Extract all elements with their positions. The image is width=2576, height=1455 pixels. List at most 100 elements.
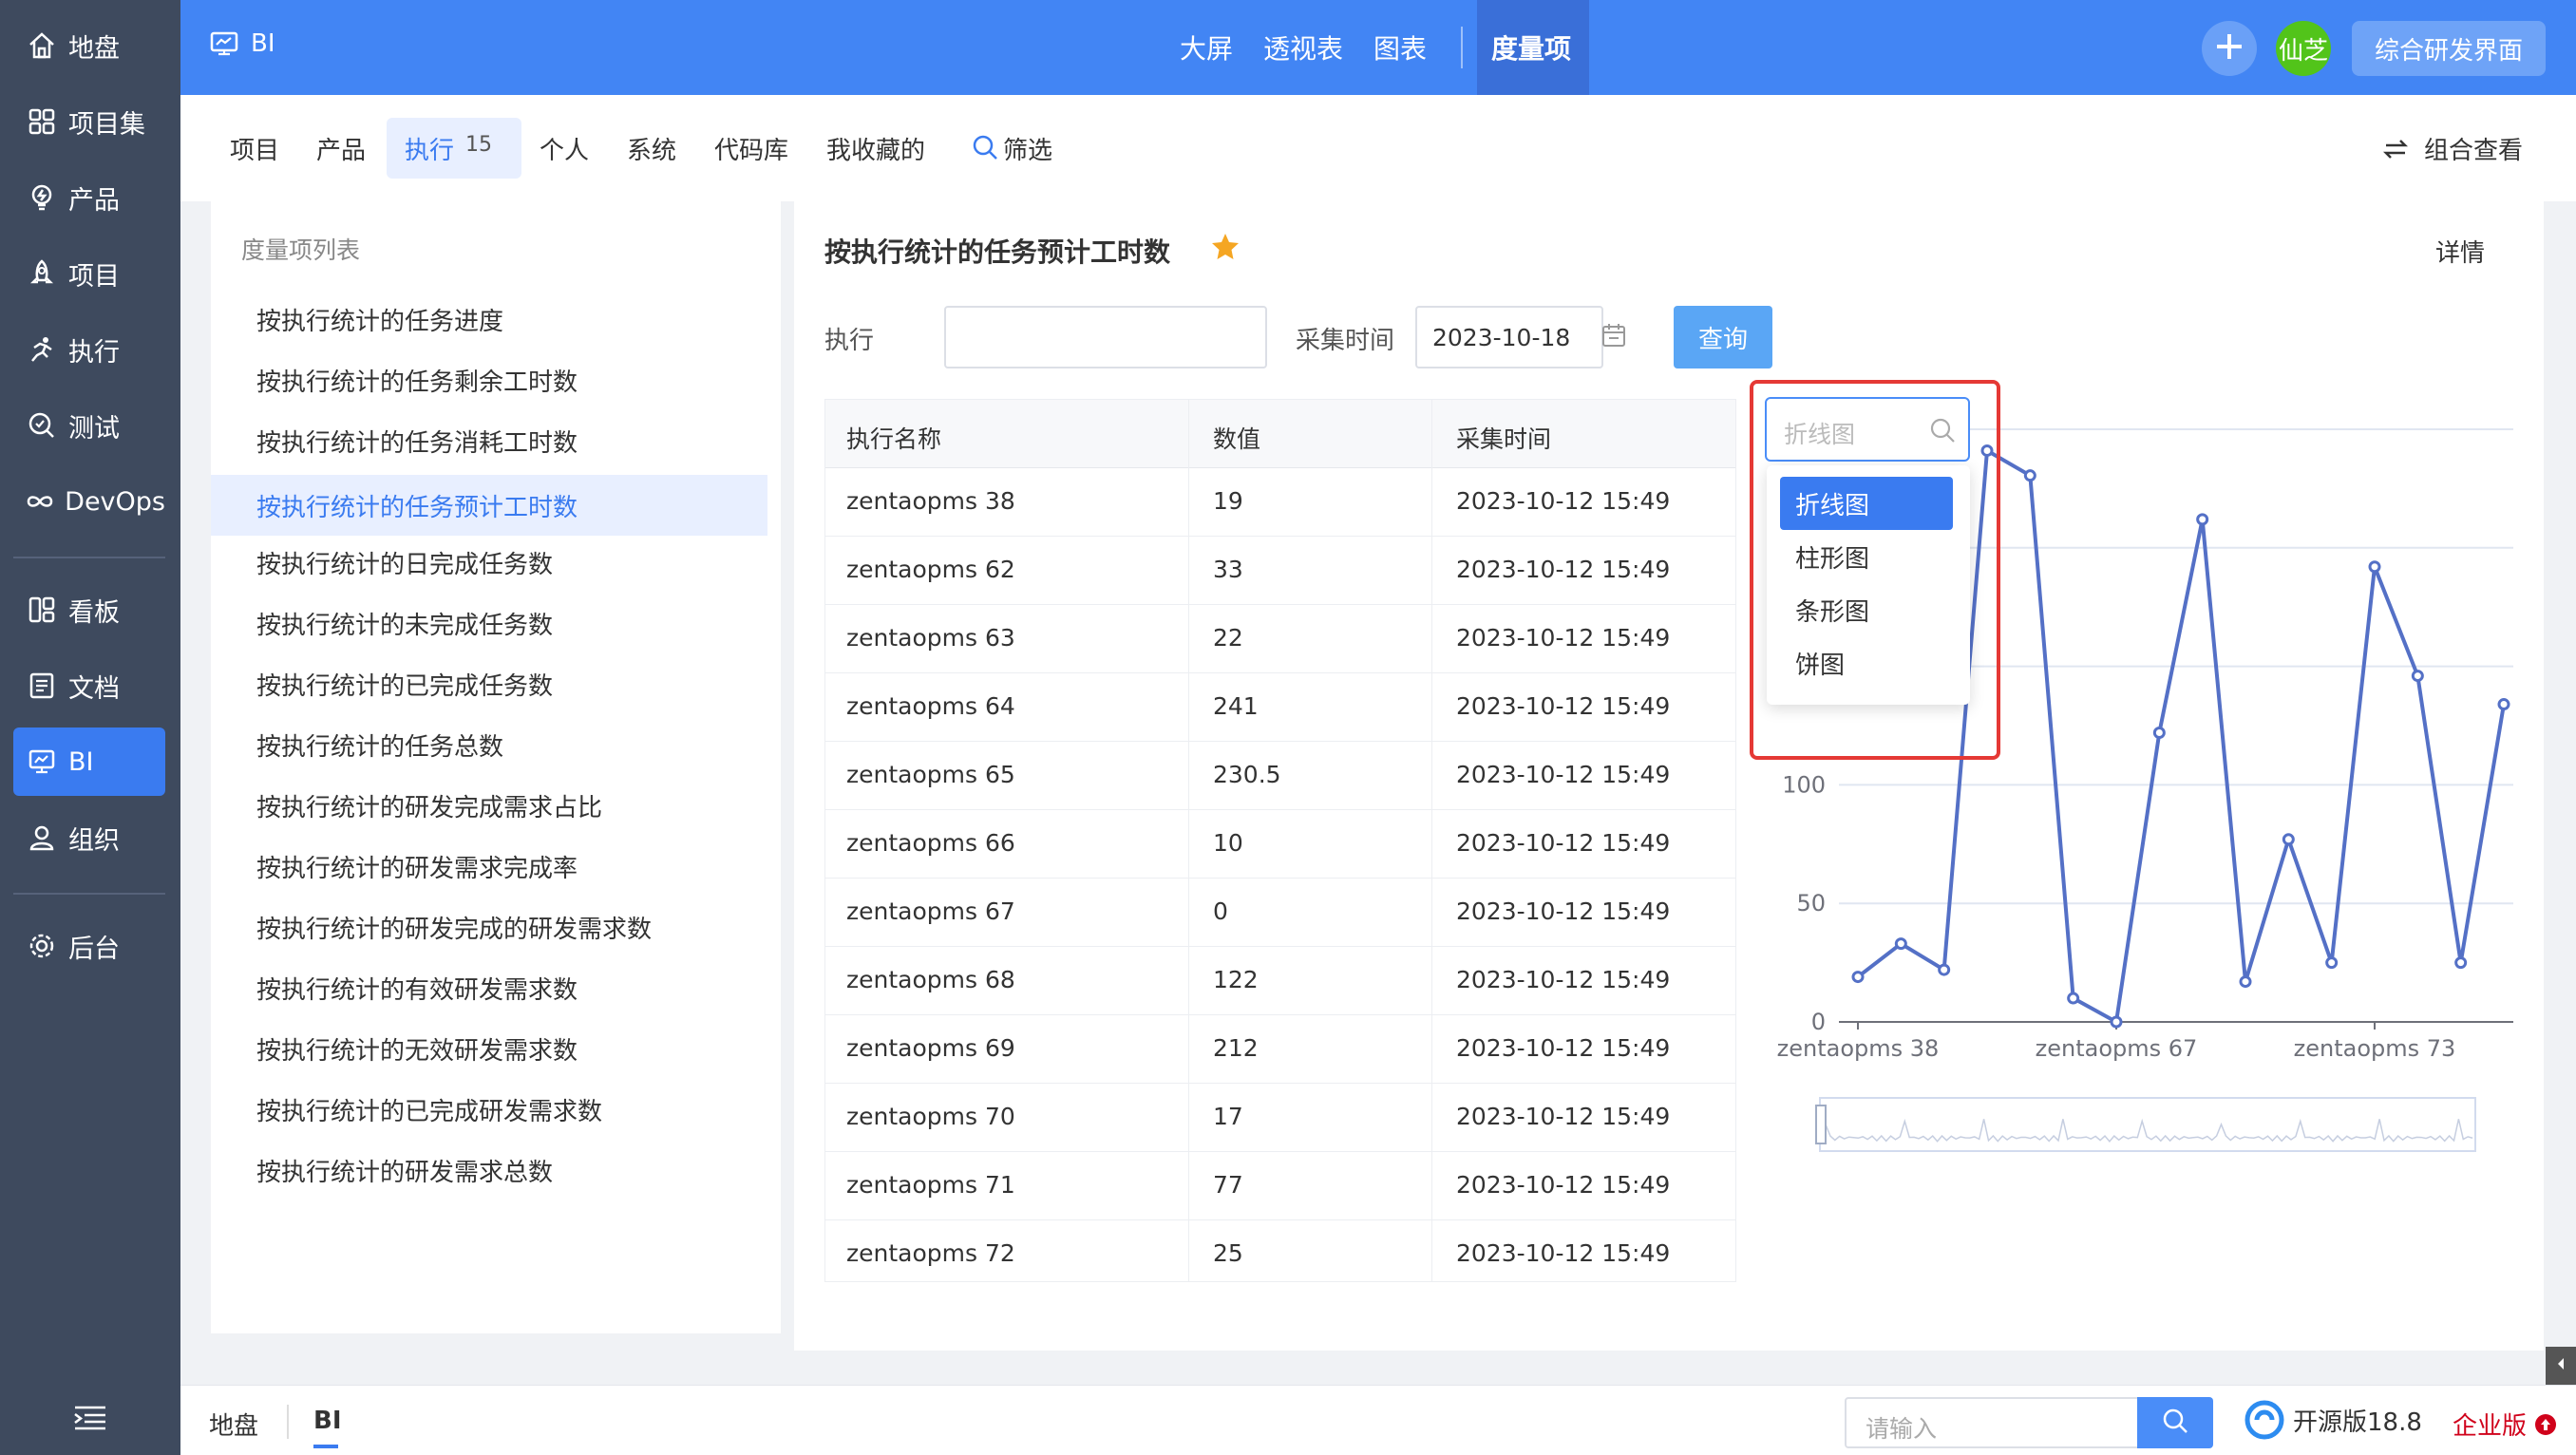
metric-list-item[interactable]: 按执行统计的有效研发需求数 (211, 957, 767, 1018)
sidebar-item-test[interactable]: 测试 (13, 391, 165, 460)
metric-list-item[interactable]: 按执行统计的研发完成的研发需求数 (211, 897, 767, 957)
grid-icon (23, 103, 61, 141)
metric-list-item[interactable]: 按执行统计的无效研发需求数 (211, 1018, 767, 1079)
metric-list-item[interactable]: 按执行统计的未完成任务数 (211, 593, 767, 653)
detail-link[interactable]: 详情 (2435, 234, 2485, 269)
table-header-value: 数值 (1213, 425, 1261, 453)
app-title: BI (209, 28, 275, 59)
chart-data-point (2368, 560, 2381, 574)
cell-time: 2023-10-12 15:49 (1456, 556, 1671, 583)
sub-nav: 项目 产品 执行 15 个人 系统 代码库 我收藏的 筛选 组合查看 (180, 95, 2576, 201)
sidebar-item-project[interactable]: 项目 (13, 239, 165, 308)
nav-dashboard[interactable]: 大屏 (1180, 28, 1233, 66)
chart-data-point (1851, 971, 1865, 984)
query-button[interactable]: 查询 (1674, 306, 1772, 368)
metric-list-item[interactable]: 按执行统计的任务消耗工时数 (211, 410, 767, 471)
avatar[interactable]: 仙芝 (2276, 21, 2331, 76)
cell-execution-name: zentaopms 64 (846, 692, 1015, 720)
sidebar-item-label: BI (68, 746, 94, 777)
sidebar-item-product[interactable]: 产品 (13, 163, 165, 232)
sidebar-divider (13, 557, 165, 558)
sidebar-item-label: 项目集 (68, 109, 145, 140)
cell-value: 33 (1213, 556, 1243, 583)
sidebar-item-kanban[interactable]: 看板 (13, 576, 165, 644)
version-info[interactable]: 开源版18.8 (2244, 1399, 2422, 1441)
sidebar-item-label: 项目 (68, 261, 120, 292)
subnav-filter[interactable]: 筛选 (1003, 131, 1052, 166)
chart-type-select[interactable]: 折线图 (1765, 397, 1970, 462)
global-search-input[interactable]: 请输入 (1845, 1397, 2139, 1448)
metric-list-item[interactable]: 按执行统计的日完成任务数 (211, 532, 767, 593)
metric-list-item[interactable]: 按执行统计的研发需求总数 (211, 1140, 767, 1200)
document-icon (23, 667, 61, 705)
chart-zoom-slider (1819, 1097, 2476, 1152)
cell-execution-name: zentaopms 67 (846, 898, 1015, 925)
sidebar-item-program[interactable]: 项目集 (13, 87, 165, 156)
cell-execution-name: zentaopms 69 (846, 1034, 1015, 1062)
gear-icon (23, 927, 61, 965)
subnav-system[interactable]: 系统 (627, 131, 676, 166)
chart-data-point (2067, 992, 2080, 1005)
breadcrumb-bi[interactable]: BI (313, 1407, 342, 1435)
bottom-bar: 地盘 BI 请输入 开源版18.8 企业版 (180, 1385, 2576, 1455)
cell-value: 122 (1213, 966, 1259, 993)
search-icon (1928, 416, 1957, 444)
metric-list-item[interactable]: 按执行统计的任务进度 (211, 289, 767, 350)
collapse-panel-handle[interactable] (2546, 1347, 2576, 1385)
star-icon[interactable] (1208, 230, 1242, 264)
table-row: zentaopms 38 19 2023-10-12 15:49 (825, 468, 1735, 537)
collapse-menu-icon[interactable] (71, 1404, 109, 1432)
sidebar-item-label: 文档 (68, 673, 120, 704)
top-header: BI 大屏 透视表 图表 度量项 仙芝 综合研发界面 (180, 0, 2576, 95)
sidebar-item-admin[interactable]: 后台 (13, 912, 165, 980)
subnav-favorites[interactable]: 我收藏的 (826, 131, 925, 166)
chart-type-option-pie[interactable]: 饼图 (1780, 636, 1953, 690)
chart-type-option-bar[interactable]: 条形图 (1780, 583, 1953, 636)
subnav-repo[interactable]: 代码库 (714, 131, 788, 166)
sidebar-item-label: 执行 (68, 337, 120, 368)
nav-chart[interactable]: 图表 (1373, 28, 1427, 66)
global-search-button[interactable] (2137, 1397, 2213, 1448)
metric-title: 按执行统计的任务预计工时数 (824, 236, 1171, 268)
date-picker[interactable]: 2023-10-18 (1415, 306, 1603, 368)
sidebar-item-home[interactable]: 地盘 (13, 11, 165, 80)
create-button[interactable] (2202, 21, 2257, 76)
sidebar-item-org[interactable]: 组织 (13, 803, 165, 872)
subnav-personal[interactable]: 个人 (540, 131, 589, 166)
rd-interface-button[interactable]: 综合研发界面 (2352, 21, 2546, 76)
metric-list-item[interactable]: 按执行统计的任务总数 (211, 714, 767, 775)
cell-execution-name: zentaopms 72 (846, 1239, 1015, 1267)
breadcrumb-home[interactable]: 地盘 (209, 1407, 258, 1442)
metric-list-item[interactable]: 按执行统计的已完成任务数 (211, 653, 767, 714)
chart-data-point (2152, 726, 2166, 739)
upgrade-icon (2534, 1413, 2557, 1436)
metric-table: 执行名称 数值 采集时间 zentaopms 38 19 2023-10-12 15… (824, 399, 1736, 1282)
kanban-icon (23, 591, 61, 629)
nav-metric[interactable]: 度量项 (1491, 28, 1571, 66)
subnav-execution-count: 15 (465, 133, 492, 157)
metric-list-item[interactable]: 按执行统计的研发需求完成率 (211, 836, 767, 897)
execution-filter-input[interactable] (944, 306, 1267, 368)
calendar-icon (1600, 321, 1630, 351)
combo-view-button[interactable]: 组合查看 (2382, 131, 2523, 166)
cell-time: 2023-10-12 15:49 (1456, 829, 1671, 857)
subnav-project[interactable]: 项目 (230, 131, 279, 166)
nav-pivot[interactable]: 透视表 (1263, 28, 1343, 66)
sidebar-item-doc[interactable]: 文档 (13, 652, 165, 720)
chart-type-option-line[interactable]: 折线图 (1780, 477, 1953, 530)
sidebar-item-execution[interactable]: 执行 (13, 315, 165, 384)
metric-list-item[interactable]: 按执行统计的任务剩余工时数 (211, 350, 767, 410)
breadcrumb-active-indicator (313, 1445, 338, 1448)
cell-time: 2023-10-12 15:49 (1456, 692, 1671, 720)
chart-x-tick-label: zentaopms 38 (1777, 1035, 1940, 1062)
sidebar-item-bi[interactable]: BI (13, 728, 165, 796)
enterprise-link[interactable]: 企业版 (2453, 1407, 2557, 1442)
rocket-icon (23, 255, 61, 293)
chart-type-option-column[interactable]: 柱形图 (1780, 530, 1953, 583)
metric-list-item[interactable]: 按执行统计的研发完成需求占比 (211, 775, 767, 836)
subnav-product[interactable]: 产品 (316, 131, 366, 166)
metric-list-item[interactable]: 按执行统计的已完成研发需求数 (211, 1079, 767, 1140)
sidebar-item-devops[interactable]: DevOps (13, 467, 165, 536)
column-separator (1431, 400, 1432, 1281)
metric-list-item-active[interactable]: 按执行统计的任务预计工时数 (211, 475, 767, 536)
